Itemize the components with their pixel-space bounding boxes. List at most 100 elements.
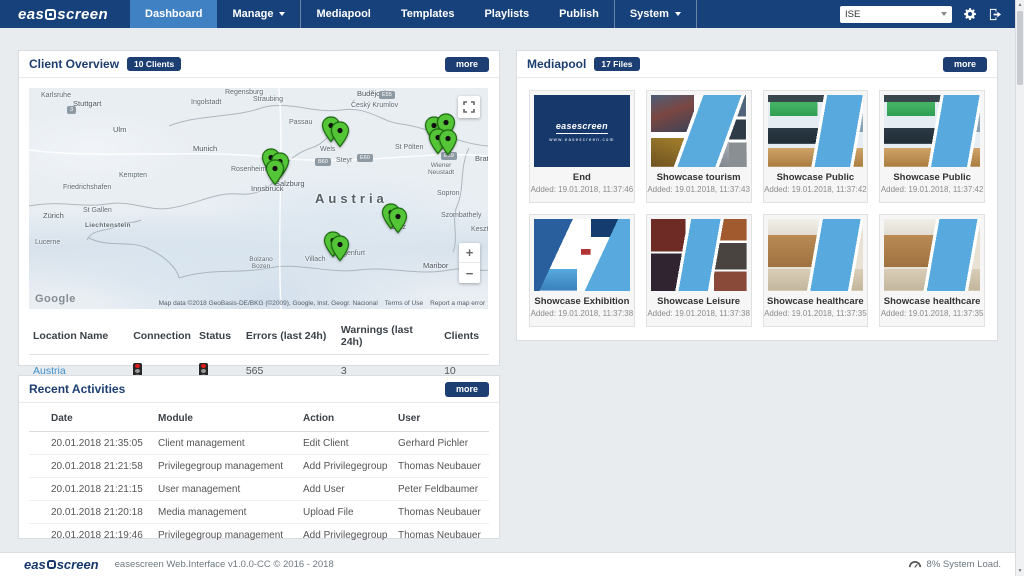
col-date: Date: [29, 406, 154, 432]
settings-gear-icon[interactable]: [963, 7, 977, 21]
activity-module: User management: [154, 478, 299, 501]
map-label: Lucerne: [35, 239, 60, 246]
media-card[interactable]: Showcase Public Added: 19.01.2018, 11:37…: [879, 90, 985, 203]
col-clients: Clients: [440, 318, 489, 355]
navbar-right: ISE: [840, 0, 1015, 28]
scrollbar-up-arrow[interactable]: ▲: [1016, 0, 1024, 10]
main-menu: DashboardManageMediapoolTemplatesPlaylis…: [130, 0, 697, 28]
activity-user: Gerhard Pichler: [394, 432, 489, 455]
scrollbar-thumb[interactable]: [1017, 11, 1023, 85]
media-card[interactable]: Showcase tourism Added: 19.01.2018, 11:3…: [646, 90, 752, 203]
map-label: Munich: [193, 144, 217, 153]
client-map-marker[interactable]: [438, 129, 458, 156]
map-attribution-text: Map data ©2018 GeoBasis-DE/BKG (©2009), …: [159, 300, 378, 307]
nav-item[interactable]: Manage: [217, 0, 301, 28]
col-user: User: [394, 406, 489, 432]
media-thumbnail: [884, 219, 980, 291]
map-label: Ingolstadt: [191, 99, 221, 106]
media-card[interactable]: Showcase healthcare Added: 19.01.2018, 1…: [879, 214, 985, 327]
activity-action: Upload File: [299, 501, 394, 524]
media-card[interactable]: Showcase healthcare Added: 19.01.2018, 1…: [763, 214, 869, 327]
map-label: E55: [379, 91, 395, 99]
map-label: St Pölten: [395, 144, 423, 151]
logo-screen-icon: [45, 9, 56, 20]
top-navbar: eas screen DashboardManageMediapoolTempla…: [0, 0, 1015, 28]
client-search-select[interactable]: ISE: [840, 6, 952, 23]
media-title: Showcase healthcare: [764, 296, 868, 307]
media-added-date: Added: 19.01.2018, 11:37:42: [764, 185, 868, 194]
map-label: Liechtenstein: [85, 222, 131, 229]
col-module: Module: [154, 406, 299, 432]
media-added-date: Added: 19.01.2018, 11:37:35: [880, 309, 984, 318]
media-added-date: Added: 19.01.2018, 11:37:38: [647, 309, 751, 318]
activity-module: Privilegegroup management: [154, 455, 299, 478]
media-thumbnail: [651, 95, 747, 167]
activity-user: Thomas Neubauer: [394, 501, 489, 524]
media-card[interactable]: Showcase Public Added: 19.01.2018, 11:37…: [763, 90, 869, 203]
recent-activities-more-button[interactable]: more: [445, 382, 489, 397]
map-borders: [29, 88, 488, 309]
media-title: Showcase healthcare: [880, 296, 984, 307]
activity-date: 20.01.2018 21:35:05: [29, 432, 154, 455]
media-title: Showcase Exhibition: [530, 296, 634, 307]
client-map-marker[interactable]: [388, 207, 408, 234]
activity-user: Thomas Neubauer: [394, 524, 489, 547]
map-label: Straubing: [253, 96, 283, 103]
col-location-name: Location Name: [29, 318, 129, 355]
activity-action: Edit Client: [299, 432, 394, 455]
scrollbar-down-arrow[interactable]: ▼: [1016, 566, 1024, 576]
footer: easscreen easescreen Web.Interface v1.0.…: [0, 552, 1015, 576]
nav-item[interactable]: Dashboard: [130, 0, 217, 28]
media-thumbnail: [534, 219, 630, 291]
nav-item[interactable]: Mediapool: [301, 0, 385, 28]
map-label: Bolzano Bozen: [243, 256, 279, 271]
media-card[interactable]: easescreen www.easescreen.com End Added:…: [529, 90, 635, 203]
client-overview-more-button[interactable]: more: [445, 57, 489, 72]
activities-table: Date Module Action User 20.01.2018 21:35…: [29, 406, 489, 546]
panel-title: Mediapool: [527, 57, 586, 71]
logo-text-pre: eas: [24, 557, 46, 572]
activity-module: Privilegegroup management: [154, 524, 299, 547]
media-card[interactable]: Showcase Leisure Added: 19.01.2018, 11:3…: [646, 214, 752, 327]
map-zoom-out-button[interactable]: −: [459, 263, 480, 283]
client-overview-panel: Client Overview 10 Clients more: [18, 50, 500, 366]
logo-text-pre: eas: [18, 6, 44, 23]
gauge-icon: [908, 559, 922, 570]
nav-item[interactable]: Templates: [386, 0, 470, 28]
client-map-marker[interactable]: [330, 235, 350, 262]
media-title: End: [530, 172, 634, 183]
recent-activities-panel: Recent Activities more Date Module Actio…: [18, 375, 500, 539]
media-card[interactable]: Showcase Exhibition Added: 19.01.2018, 1…: [529, 214, 635, 327]
system-load-indicator: 8% System Load.: [908, 559, 1001, 570]
panel-title: Recent Activities: [29, 382, 125, 396]
logout-icon[interactable]: [988, 8, 1003, 21]
google-logo[interactable]: Google: [35, 293, 76, 305]
client-map-marker[interactable]: [265, 159, 285, 186]
map-label: Kempten: [119, 172, 147, 179]
map-label: St Gallen: [83, 207, 112, 214]
map-label: Keszthely: [471, 226, 488, 233]
map-label: 3: [67, 106, 76, 114]
nav-item[interactable]: Playlists: [469, 0, 544, 28]
client-map-marker[interactable]: [330, 121, 350, 148]
activity-row: 20.01.2018 21:35:05 Client management Ed…: [29, 432, 489, 455]
media-added-date: Added: 19.01.2018, 11:37:46: [530, 185, 634, 194]
activity-module: Media management: [154, 501, 299, 524]
mediapool-more-button[interactable]: more: [943, 57, 987, 72]
logo-text-post: screen: [57, 6, 108, 23]
map-zoom-controls: + −: [459, 243, 480, 283]
media-thumbnail: [884, 95, 980, 167]
map-report-error-link[interactable]: Report a map error: [430, 300, 485, 307]
client-overview-header: Client Overview 10 Clients more: [19, 51, 499, 78]
activity-date: 20.01.2018 21:21:15: [29, 478, 154, 501]
footer-credit-text: easescreen Web.Interface v1.0.0-CC © 201…: [115, 559, 334, 570]
map-terms-link[interactable]: Terms of Use: [385, 300, 423, 307]
map-zoom-in-button[interactable]: +: [459, 243, 480, 263]
map-label: B60: [315, 158, 331, 166]
clients-map[interactable]: KarlsruheStuttgartIngolstadtRegensburgSt…: [29, 88, 488, 309]
map-fullscreen-button[interactable]: [458, 96, 480, 118]
nav-item[interactable]: Publish: [544, 0, 615, 28]
page-scrollbar[interactable]: ▲ ▼: [1015, 0, 1024, 576]
media-title: Showcase Public: [764, 172, 868, 183]
nav-item[interactable]: System: [615, 0, 697, 28]
